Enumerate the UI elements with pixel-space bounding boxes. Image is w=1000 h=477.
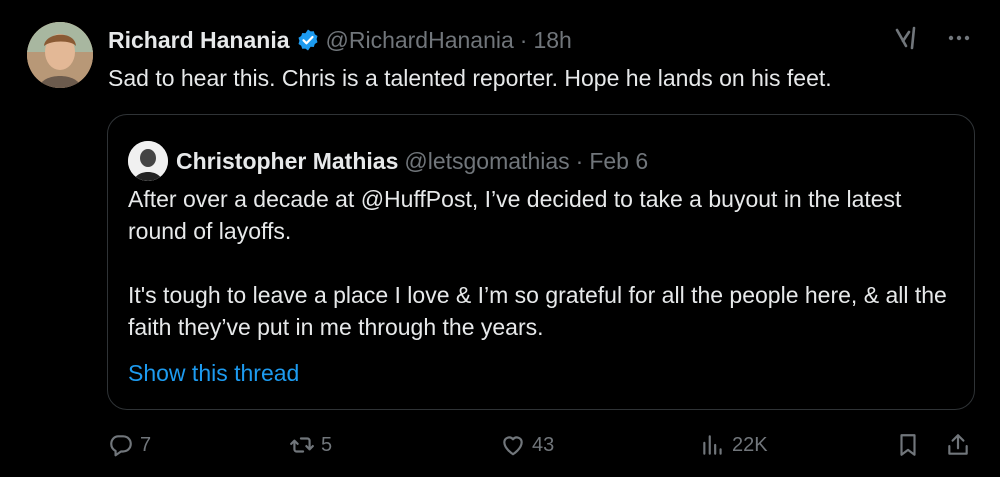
quoted-header-separator: · — [575, 147, 584, 174]
quoted-paragraph-1: After over a decade at @HuffPost, I’ve d… — [128, 186, 902, 244]
author-avatar[interactable] — [27, 22, 93, 88]
share-icon — [948, 434, 968, 455]
views-chart-icon — [703, 435, 722, 455]
heart-icon — [503, 436, 523, 456]
repost-button[interactable]: 5 — [289, 432, 332, 458]
author-handle[interactable]: @RichardHanania — [326, 27, 514, 54]
bookmark-icon — [900, 434, 916, 456]
repost-count: 5 — [321, 433, 333, 456]
reply-count: 7 — [140, 433, 152, 456]
tweet: Richard Hanania @RichardHanania · 18h Sa… — [0, 0, 1000, 477]
tweet-top-actions — [892, 24, 972, 52]
author-name[interactable]: Richard Hanania — [108, 27, 290, 54]
quoted-tweet-header: Christopher Mathias @letsgomathias · Feb… — [128, 141, 648, 181]
tweet-text: Sad to hear this. Chris is a talented re… — [108, 65, 832, 91]
tweet-timestamp[interactable]: 18h — [533, 27, 571, 54]
like-count: 43 — [532, 433, 555, 456]
show-thread-link[interactable]: Show this thread — [128, 357, 299, 389]
views-button[interactable]: 22K — [700, 432, 768, 458]
repost-icon — [290, 437, 314, 453]
quoted-tweet-card[interactable]: Christopher Mathias @letsgomathias · Feb… — [107, 114, 975, 410]
quoted-tweet-text: After over a decade at @HuffPost, I’ve d… — [128, 183, 958, 343]
share-button[interactable] — [945, 432, 971, 458]
tweet-header: Richard Hanania @RichardHanania · 18h — [108, 24, 572, 56]
reply-icon — [110, 435, 132, 457]
grok-icon[interactable] — [892, 24, 920, 52]
like-button[interactable]: 43 — [500, 432, 554, 458]
verified-badge-icon[interactable] — [296, 28, 320, 52]
quoted-tweet-timestamp: Feb 6 — [589, 147, 649, 174]
reply-button[interactable]: 7 — [108, 432, 151, 458]
quoted-author-name: Christopher Mathias — [176, 147, 399, 174]
tweet-action-bar: 7 5 43 22K — [0, 432, 1000, 466]
header-separator: · — [519, 26, 528, 53]
quoted-paragraph-2: It's tough to leave a place I love & I’m… — [128, 282, 947, 340]
quoted-author-handle: @letsgomathias — [404, 147, 570, 174]
more-icon[interactable] — [946, 25, 972, 51]
quoted-author-avatar — [128, 141, 168, 181]
bookmark-button[interactable] — [895, 432, 921, 458]
views-count: 22K — [732, 433, 768, 456]
